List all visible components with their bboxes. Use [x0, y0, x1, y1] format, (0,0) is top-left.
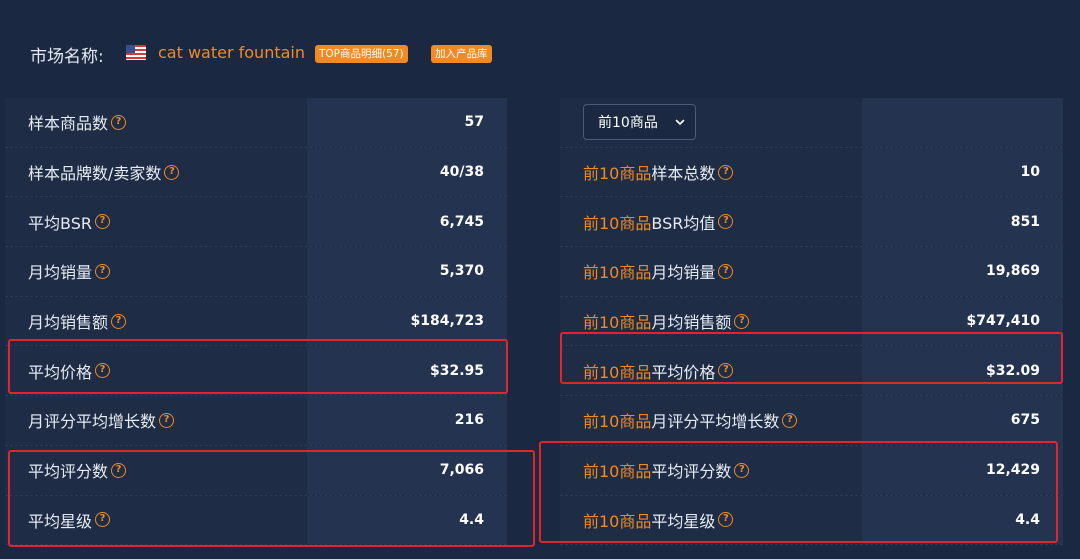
help-icon[interactable]: ? [718, 164, 734, 180]
stat-value: 216 [307, 396, 507, 445]
stat-row: 样本商品数? 57 [5, 98, 507, 148]
help-icon[interactable]: ? [734, 462, 750, 478]
stat-label: 平均星级 [28, 511, 93, 531]
stat-value: $184,723 [307, 296, 507, 346]
stat-row: 前10商品 样本总数? 10 [560, 147, 1063, 198]
top10-prefix: 前10商品 [583, 213, 652, 233]
top-n-select[interactable]: 前10商品 [583, 104, 696, 141]
stat-row: 前10商品 平均价格? $32.09 [560, 346, 1063, 397]
stat-row: 月均销售额? $184,723 [5, 296, 507, 347]
stat-label: 平均BSR [28, 213, 92, 233]
stat-value: 5,370 [307, 247, 507, 296]
select-row: 前10商品 [560, 98, 1063, 148]
stat-row: 平均价格? $32.95 [5, 346, 507, 397]
stat-label: 样本总数 [651, 164, 716, 184]
market-header: 市场名称: cat water fountain TOP商品明细(57) 加入产… [0, 0, 1080, 98]
top10-stats-panel: 前10商品 前10商品 样本总数? 10 前10商品 BSR均值? 851 前10商品月… [560, 98, 1063, 546]
stat-value: 7,066 [307, 445, 507, 495]
help-icon[interactable]: ? [111, 462, 127, 478]
top10-prefix: 前10商品 [583, 313, 652, 333]
help-icon[interactable]: ? [718, 263, 734, 279]
stat-value: 19,869 [862, 247, 1063, 296]
stat-label: 月评分平均增长数 [28, 412, 157, 432]
stat-label: 平均星级 [651, 511, 716, 531]
help-icon[interactable]: ? [159, 412, 175, 428]
help-icon[interactable]: ? [95, 263, 111, 279]
stat-label: BSR均值 [651, 213, 716, 233]
help-icon[interactable]: ? [718, 363, 734, 379]
stat-value: 4.4 [307, 495, 507, 545]
stat-row: 前10商品 BSR均值? 851 [560, 197, 1063, 248]
help-icon[interactable]: ? [111, 114, 127, 130]
chevron-down-icon [675, 120, 685, 126]
help-icon[interactable]: ? [95, 512, 111, 528]
stat-value: 40/38 [307, 147, 507, 197]
stat-value: $32.95 [307, 346, 507, 396]
stat-value: $32.09 [862, 346, 1063, 396]
top10-prefix: 前10商品 [583, 362, 652, 382]
stat-value: 4.4 [862, 495, 1063, 545]
top10-prefix: 前10商品 [583, 164, 652, 184]
stat-label: 月均销售额 [28, 313, 109, 333]
stat-value: 6,745 [307, 197, 507, 247]
stat-label: 平均评分数 [651, 462, 732, 482]
top10-prefix: 前10商品 [583, 511, 652, 531]
stat-value: 57 [307, 98, 507, 147]
help-icon[interactable]: ? [718, 214, 734, 230]
top-products-button[interactable]: TOP商品明细(57) [315, 45, 408, 63]
stat-row: 平均BSR? 6,745 [5, 197, 507, 248]
add-to-library-button[interactable]: 加入产品库 [431, 45, 492, 63]
stat-value: 12,429 [862, 445, 1063, 495]
help-icon[interactable]: ? [94, 214, 110, 230]
help-icon[interactable]: ? [95, 363, 111, 379]
stat-label: 月均销量 [651, 263, 716, 283]
stat-row: 前10商品 平均星级? 4.4 [560, 495, 1063, 546]
help-icon[interactable]: ? [782, 412, 798, 428]
stat-label: 月均销售额 [651, 313, 732, 333]
help-icon[interactable]: ? [718, 512, 734, 528]
top10-prefix: 前10商品 [583, 462, 652, 482]
stat-label: 月评分平均增长数 [651, 412, 780, 432]
market-label: 市场名称: [30, 47, 104, 67]
stat-value: 675 [862, 396, 1063, 445]
stat-label: 平均价格 [651, 362, 716, 382]
help-icon[interactable]: ? [164, 164, 180, 180]
stat-label: 样本商品数 [28, 114, 109, 134]
stat-row: 月均销量? 5,370 [5, 247, 507, 297]
top-n-select-value: 前10商品 [598, 115, 658, 132]
stat-row: 样本品牌数/卖家数? 40/38 [5, 147, 507, 198]
stat-label: 平均价格 [28, 362, 93, 382]
top10-prefix: 前10商品 [583, 412, 652, 432]
stat-label: 平均评分数 [28, 462, 109, 482]
stat-label: 样本品牌数/卖家数 [28, 164, 162, 184]
stat-row: 前10商品 月均销量? 19,869 [560, 247, 1063, 297]
market-name-link[interactable]: cat water fountain [158, 43, 305, 62]
stat-row: 前10商品 月评分平均增长数? 675 [560, 396, 1063, 446]
stat-row: 前10商品 平均评分数? 12,429 [560, 445, 1063, 496]
stat-row: 前10商品 月均销售额? $747,410 [560, 296, 1063, 347]
us-flag-icon [126, 45, 146, 60]
stat-label: 月均销量 [28, 263, 93, 283]
stat-row: 月评分平均增长数? 216 [5, 396, 507, 446]
top10-prefix: 前10商品 [583, 263, 652, 283]
stat-value: 851 [862, 197, 1063, 247]
stat-row: 平均星级? 4.4 [5, 495, 507, 546]
stat-row: 平均评分数? 7,066 [5, 445, 507, 496]
stat-value: 10 [862, 147, 1063, 197]
sample-stats-panel: 样本商品数? 57 样本品牌数/卖家数? 40/38 平均BSR? 6,745 月均销… [5, 98, 507, 546]
stat-value: $747,410 [862, 296, 1063, 346]
help-icon[interactable]: ? [111, 313, 127, 329]
help-icon[interactable]: ? [734, 313, 750, 329]
